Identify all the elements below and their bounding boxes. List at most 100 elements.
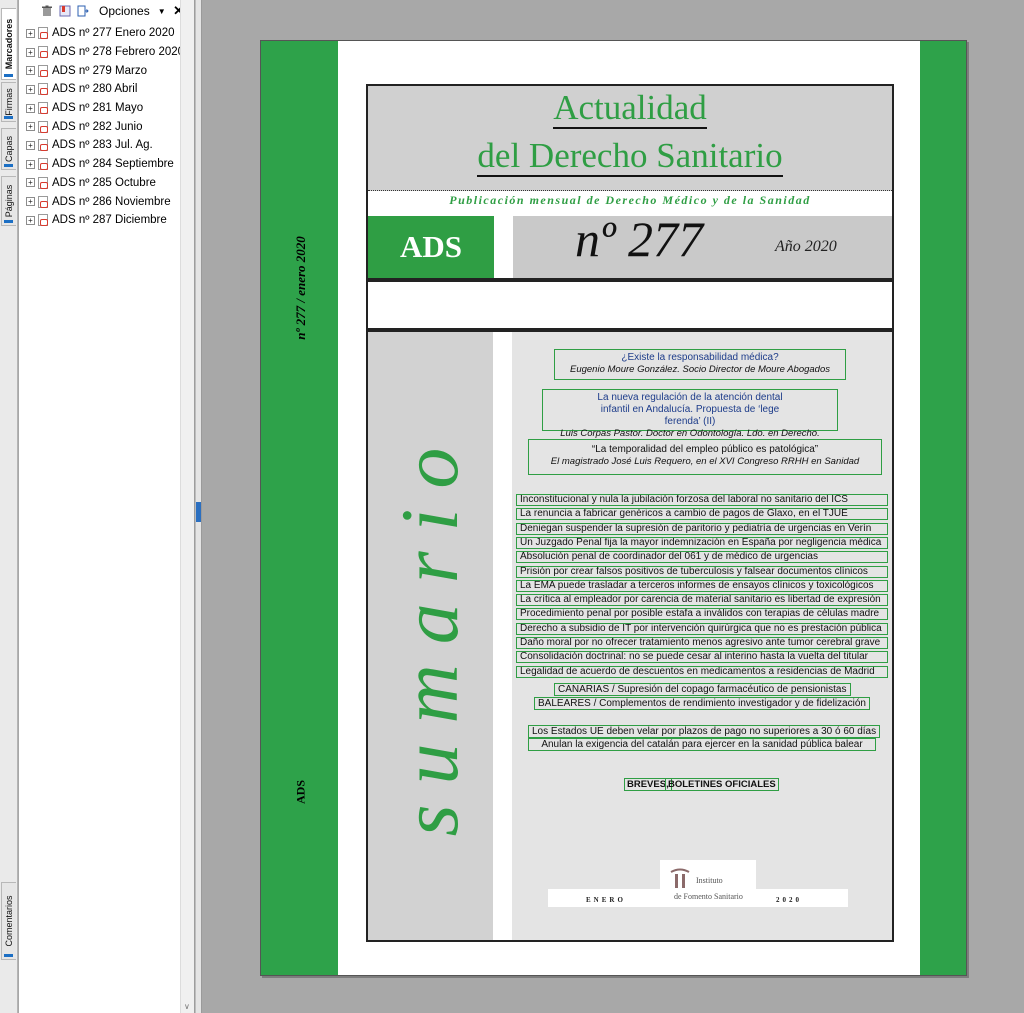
expand-icon[interactable]: + (26, 159, 35, 169)
bookmark-label: ADS nº 284 Septiembre (52, 158, 174, 171)
headline-item[interactable]: Prisión por crear falsos positivos de tu… (516, 565, 888, 578)
headline-item[interactable]: Daño moral por no ofrecer tratamiento me… (516, 637, 888, 649)
bookmark-item[interactable]: + ADS nº 285 Octubre (19, 174, 194, 193)
bookmark-item[interactable]: + ADS nº 277 Enero 2020 (19, 24, 194, 43)
footer-month: ENERO (586, 896, 626, 904)
pdf-bookmark-icon (38, 83, 48, 96)
expand-icon[interactable]: + (26, 122, 35, 132)
tab-marcadores[interactable]: Marcadores (1, 8, 16, 80)
ads-vertical-label: ADS (293, 779, 308, 805)
bookmarks-panel: Opciones ▼ ✕ + ADS nº 277 Enero 2020 + ADS … (19, 0, 195, 1013)
expand-icon[interactable]: + (26, 178, 35, 188)
bookmark-label: ADS nº 283 Jul. Ag. (52, 139, 153, 152)
pdf-bookmark-icon (38, 120, 48, 133)
feature-author: Eugenio Moure González. Socio Director d… (570, 364, 830, 375)
feature-title: La nueva regulación de la atención denta… (597, 392, 783, 427)
expand-icon[interactable]: + (26, 215, 35, 225)
headline-item[interactable]: Inconstitucional y nula la jubilación fo… (516, 494, 888, 506)
headline-item[interactable]: La EMA puede trasladar a terceros inform… (516, 579, 888, 592)
bookmark-item[interactable]: + ADS nº 279 Marzo (19, 61, 194, 80)
title-line-1-text: Actualidad (553, 88, 707, 129)
feature-box[interactable]: ¿Existe la responsabilidad médica? Eugen… (554, 349, 846, 380)
expand-icon[interactable]: + (26, 28, 35, 38)
bookmark-list: + ADS nº 277 Enero 2020 + ADS nº 278 Febrer… (19, 24, 194, 230)
tab-paginas[interactable]: Páginas (1, 176, 16, 226)
scroll-down-icon[interactable]: ∨ (184, 1002, 190, 1011)
expand-icon[interactable]: + (26, 47, 35, 57)
contents-area: ¿Existe la responsabilidad médica? Eugen… (512, 332, 892, 940)
tab-firmas[interactable]: Firmas (1, 82, 16, 122)
headline-item[interactable]: Legalidad de acuerdo de descuentos en me… (516, 665, 888, 678)
panel-splitter[interactable] (195, 0, 202, 1013)
tab-comentarios[interactable]: Comentarios (1, 882, 16, 960)
chevron-down-icon[interactable]: ▼ (158, 7, 166, 16)
pdf-bookmark-icon (38, 158, 48, 171)
pdf-bookmark-icon (38, 27, 48, 40)
bookmark-label: ADS nº 285 Octubre (52, 176, 156, 189)
headline-item[interactable]: La crítica al empleador por carencia de … (516, 594, 888, 607)
headline-item[interactable]: Derecho a subsidio de IT por intervenció… (516, 622, 888, 635)
pdf-bookmark-icon (38, 214, 48, 227)
bookmark-label: ADS nº 286 Noviembre (52, 195, 171, 208)
expand-icon[interactable]: + (26, 66, 35, 76)
tab-paginas-label: Páginas (4, 184, 14, 218)
issue-number-box: nº 277 Año 2020 (510, 211, 892, 278)
feature-box[interactable]: “La temporalidad del empleo público es p… (528, 439, 882, 475)
regional-item[interactable]: CANARIAS / Supresión del copago farmacéu… (554, 683, 851, 696)
pdf-bookmark-icon (38, 139, 48, 152)
expand-icon[interactable]: + (26, 197, 35, 207)
expand-bookmark-icon[interactable] (77, 5, 89, 17)
bookmark-item[interactable]: + ADS nº 280 Abril (19, 80, 194, 99)
pdf-bookmark-icon (38, 176, 48, 189)
tab-capas-label: Capas (4, 135, 14, 163)
tab-marker (4, 164, 13, 167)
tab-marker (4, 954, 13, 957)
sumario-column: sumario (368, 332, 493, 940)
regional-item[interactable]: BALEARES / Complementos de rendimiento i… (534, 697, 870, 710)
title-line-2-text: del Derecho Sanitario (477, 136, 783, 177)
options-menu-label[interactable]: Opciones (99, 4, 150, 18)
headline-item[interactable]: Deniegan suspender la supresión de parit… (516, 522, 888, 535)
headline-item[interactable]: La renuncia a fabricar genéricos a cambi… (516, 508, 888, 521)
bookmark-item[interactable]: + ADS nº 283 Jul. Ag. (19, 136, 194, 155)
headline-item[interactable]: Absolución penal de coordinador del 061 … (516, 551, 888, 564)
bookmark-item[interactable]: + ADS nº 281 Mayo (19, 99, 194, 118)
bookmark-item[interactable]: + ADS nº 282 Junio (19, 117, 194, 136)
expand-icon[interactable]: + (26, 103, 35, 113)
issue-number: nº 277 (575, 211, 704, 267)
bookmark-item[interactable]: + ADS nº 286 Noviembre (19, 192, 194, 211)
tab-capas[interactable]: Capas (1, 128, 16, 170)
side-tab-strip: Marcadores Firmas Capas Páginas Comentar… (0, 0, 18, 1013)
pdf-bookmark-icon (38, 102, 48, 115)
splitter-grip[interactable] (196, 502, 201, 522)
cover-frame: Actualidad del Derecho Sanitario Publica… (366, 84, 894, 942)
ads-logo-box: ADS (368, 216, 494, 278)
pdf-bookmark-icon (38, 195, 48, 208)
title-line-2: del Derecho Sanitario (368, 136, 892, 177)
bookmark-label: ADS nº 278 Febrero 2020 (52, 46, 185, 59)
headline-item[interactable]: Procedimiento penal por posible estafa a… (516, 608, 888, 621)
trash-icon[interactable] (41, 5, 53, 17)
bookmark-item[interactable]: + ADS nº 284 Septiembre (19, 155, 194, 174)
eu-news-item[interactable]: Los Estados UE deben velar por plazos de… (528, 725, 881, 738)
tab-comentarios-label: Comentarios (4, 895, 14, 947)
feature-author: El magistrado José Luis Requero, en el X… (550, 456, 860, 467)
eu-news-item[interactable]: Anulan la exigencia del catalán para eje… (528, 738, 876, 751)
new-bookmark-icon[interactable] (59, 5, 71, 17)
headline-item[interactable]: Consolidación doctrinal: no se puede ces… (516, 651, 888, 664)
headline-item[interactable]: Un Juzgado Penal fija la mayor indemniza… (516, 536, 888, 549)
bookmark-item[interactable]: + ADS nº 278 Febrero 2020 (19, 43, 194, 62)
feature-box[interactable]: La nueva regulación de la atención denta… (542, 389, 838, 439)
issue-year: Año 2020 (775, 238, 837, 255)
feature-title: “La temporalidad del empleo público es p… (591, 444, 819, 455)
bookmark-label: ADS nº 277 Enero 2020 (52, 27, 175, 40)
expand-icon[interactable]: + (26, 84, 35, 94)
logo-line-2: de Fomento Sanitario (674, 892, 743, 901)
boletines-link[interactable]: BOLETINES OFICIALES (665, 778, 779, 791)
bookmarks-toolbar: Opciones ▼ ✕ (19, 0, 194, 22)
panel-scrollbar[interactable]: ∨ (180, 0, 194, 1013)
bookmark-item[interactable]: + ADS nº 287 Diciembre (19, 211, 194, 230)
expand-icon[interactable]: + (26, 140, 35, 150)
masthead: Actualidad del Derecho Sanitario (368, 86, 892, 191)
bookmark-label: ADS nº 281 Mayo (52, 102, 144, 115)
